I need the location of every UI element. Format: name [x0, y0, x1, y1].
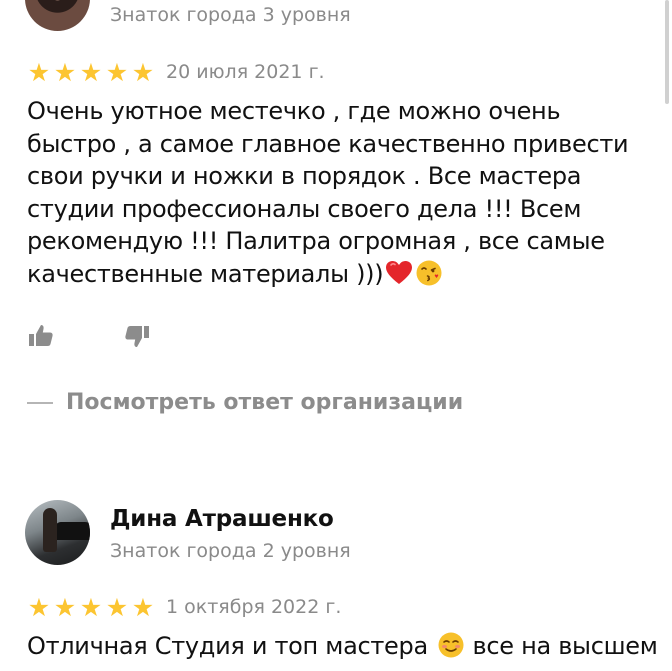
- review-text-body: Очень уютное местечко , где можно очень …: [27, 97, 629, 288]
- author-level: Знаток города 3 уровня: [110, 4, 351, 26]
- divider-dash: [27, 401, 53, 404]
- star-icon: ★: [53, 593, 77, 622]
- star-icon: ★: [53, 58, 77, 87]
- star-icon: ★: [79, 593, 103, 622]
- star-icon: ★: [105, 593, 129, 622]
- reply-link-label: Посмотреть ответ организации: [66, 390, 464, 415]
- avatar-photo-detail: [55, 522, 90, 540]
- avatar[interactable]: [25, 0, 90, 31]
- review-text-continued: все на высшем: [472, 632, 658, 660]
- author-level: Знаток города 2 уровня: [110, 540, 351, 562]
- avatar-photo-detail: [43, 508, 57, 552]
- rating-stars: ★ ★ ★ ★ ★: [27, 595, 155, 620]
- thumbs-down-icon[interactable]: [123, 322, 151, 350]
- rating-stars: ★ ★ ★ ★ ★: [27, 60, 155, 85]
- star-icon: ★: [131, 593, 155, 622]
- kissing-face-emoji-icon: [416, 260, 442, 286]
- review-date: 1 октября 2022 г.: [166, 596, 342, 618]
- review-text: Очень уютное местечко , где можно очень …: [27, 95, 647, 291]
- scrollbar[interactable]: [665, 0, 669, 104]
- star-icon: ★: [105, 58, 129, 87]
- author-name[interactable]: Дина Атрашенко: [110, 506, 334, 532]
- review-date: 20 июля 2021 г.: [166, 61, 325, 83]
- star-icon: ★: [27, 593, 51, 622]
- thumbs-up-icon[interactable]: [27, 322, 55, 350]
- avatar[interactable]: [25, 500, 90, 565]
- view-organization-reply-link[interactable]: Посмотреть ответ организации: [27, 390, 463, 415]
- star-icon: ★: [79, 58, 103, 87]
- heart-emoji-icon: [386, 260, 413, 284]
- star-icon: ★: [27, 58, 51, 87]
- star-icon: ★: [131, 58, 155, 87]
- review-text: Отличная Студия и топ мастера все на выс…: [27, 630, 658, 663]
- review-text-body: Отличная Студия и топ мастера: [27, 632, 428, 660]
- review-card: Знаток города 3 уровня ★ ★ ★ ★ ★ 20 июля…: [0, 0, 672, 440]
- smiling-face-emoji-icon: [438, 632, 464, 658]
- review-card: Дина Атрашенко Знаток города 2 уровня ★ …: [0, 440, 672, 671]
